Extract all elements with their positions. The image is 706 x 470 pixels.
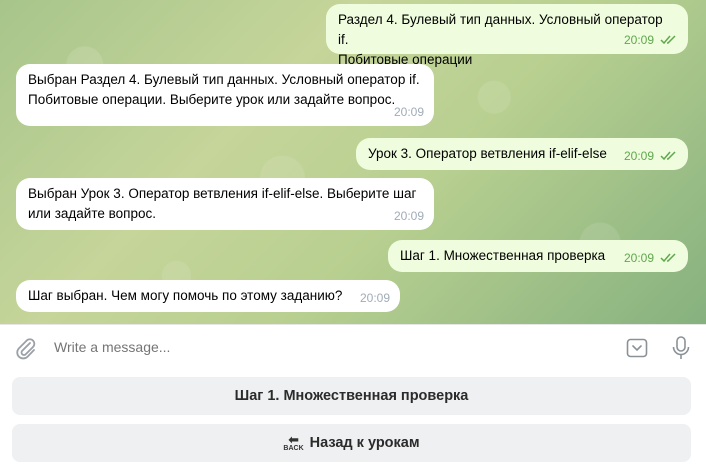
message-time: 20:09	[393, 105, 424, 119]
message-outgoing: Урок 3. Оператор ветвления if-elif-else …	[356, 138, 688, 170]
back-emoji-text: BACK	[283, 444, 304, 452]
message-meta: 20:09	[624, 30, 678, 50]
message-outgoing: Шаг 1. Множественная проверка 20:09	[388, 240, 688, 272]
read-checkmarks-icon	[660, 253, 678, 263]
message-text: Выбран Урок 3. Оператор ветвления if-eli…	[28, 186, 417, 201]
message-time: 20:09	[623, 33, 654, 47]
message-input[interactable]	[54, 339, 594, 355]
back-arrow-icon: ⬅ BACK	[283, 431, 304, 452]
step-1-button[interactable]: Шаг 1. Множественная проверка	[12, 377, 691, 415]
message-incoming: Шаг выбран. Чем могу помочь по этому зад…	[16, 280, 400, 312]
read-checkmarks-icon	[660, 35, 678, 45]
message-meta: 20:09	[394, 206, 424, 226]
message-time: 20:09	[359, 291, 390, 305]
message-meta: 20:09	[624, 146, 678, 166]
keyboard-toggle-icon[interactable]	[625, 336, 649, 360]
microphone-icon[interactable]	[670, 335, 692, 361]
chat-history: Раздел 4. Булевый тип данных. Условный о…	[0, 0, 706, 324]
button-label: Шаг 1. Множественная проверка	[234, 388, 469, 404]
message-text: Шаг выбран. Чем могу помочь по этому зад…	[28, 288, 343, 303]
message-time: 20:09	[623, 149, 654, 163]
reply-keyboard: Шаг 1. Множественная проверка ⬅ BACK Наз…	[0, 370, 706, 470]
message-text: или задайте вопрос.	[28, 206, 156, 221]
message-time: 20:09	[393, 209, 424, 223]
message-composer	[0, 324, 706, 370]
message-meta: 20:09	[360, 288, 390, 308]
message-text: Выбран Раздел 4. Булевый тип данных. Усл…	[28, 72, 420, 87]
message-incoming: Выбран Раздел 4. Булевый тип данных. Усл…	[16, 64, 434, 126]
message-meta: 20:09	[624, 248, 678, 268]
message-outgoing: Раздел 4. Булевый тип данных. Условный о…	[326, 4, 688, 67]
message-incoming: Выбран Урок 3. Оператор ветвления if-eli…	[16, 178, 434, 230]
message-text: Побитовые операции. Выберите урок или за…	[28, 92, 396, 107]
read-checkmarks-icon	[660, 151, 678, 161]
back-to-lessons-button[interactable]: ⬅ BACK Назад к урокам	[12, 424, 691, 462]
paperclip-icon[interactable]	[14, 337, 38, 361]
message-meta: 20:09	[394, 102, 424, 122]
button-label: Назад к урокам	[309, 435, 420, 451]
message-time: 20:09	[623, 251, 654, 265]
